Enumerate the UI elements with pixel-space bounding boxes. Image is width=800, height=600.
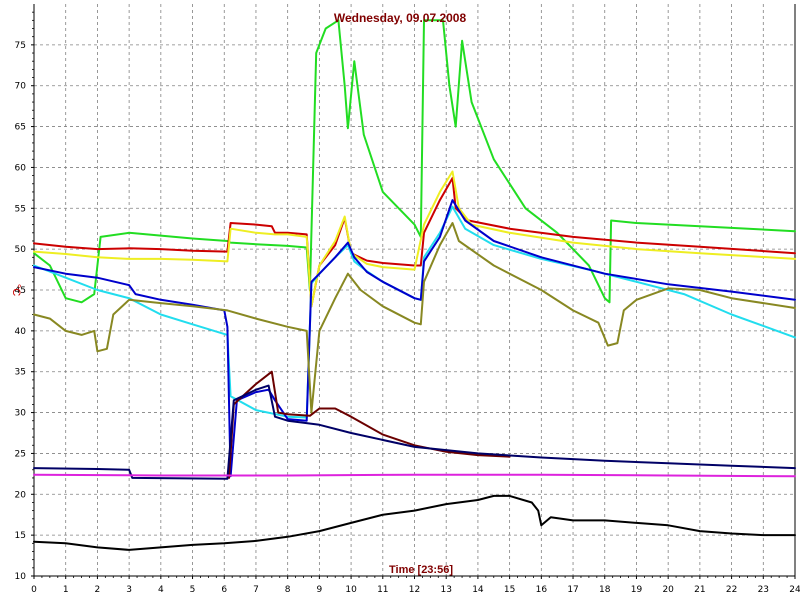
x-tick-label: 24 bbox=[789, 585, 800, 595]
chart-title: Wednesday, 09.07.2008 bbox=[334, 11, 467, 25]
x-tick-label: 9 bbox=[317, 585, 323, 595]
x-tick-label: 0 bbox=[31, 585, 37, 595]
x-tick-label: 8 bbox=[285, 585, 291, 595]
x-tick-label: 16 bbox=[536, 585, 548, 595]
y-tick-label: 55 bbox=[15, 204, 26, 214]
y-tick-label: 60 bbox=[15, 163, 27, 173]
y-tick-label: 20 bbox=[15, 490, 27, 500]
y-tick-label: 35 bbox=[15, 368, 26, 378]
y-tick-label: 40 bbox=[15, 327, 27, 337]
x-tick-label: 11 bbox=[377, 585, 388, 595]
temperature-chart: 0 1 2 3 4 5 6 7 8 9 10 11 12 13 14 15 16 17 18 19 20 21 22 23 24… bbox=[0, 0, 800, 600]
x-tick-label: 4 bbox=[158, 585, 164, 595]
y-axis-label: °C bbox=[10, 284, 22, 296]
x-tick-label: 14 bbox=[472, 585, 484, 595]
x-tick-label: 12 bbox=[409, 585, 420, 595]
x-tick-label: 19 bbox=[631, 585, 643, 595]
x-tick-label: 5 bbox=[190, 585, 196, 595]
x-tick-label: 17 bbox=[567, 585, 578, 595]
x-tick-label: 1 bbox=[63, 585, 69, 595]
y-tick-label: 30 bbox=[15, 409, 27, 419]
x-tick-label: 21 bbox=[694, 585, 705, 595]
plot-background bbox=[0, 0, 800, 600]
x-tick-label: 2 bbox=[95, 585, 101, 595]
y-tick-label: 10 bbox=[15, 572, 27, 582]
y-tick-label: 65 bbox=[15, 123, 26, 133]
x-axis-label: Time [23:56] bbox=[389, 564, 453, 576]
x-tick-label: 13 bbox=[440, 585, 451, 595]
y-tick-label: 50 bbox=[15, 245, 27, 255]
x-tick-label: 20 bbox=[662, 585, 674, 595]
y-tick-label: 75 bbox=[15, 41, 26, 51]
x-tick-label: 22 bbox=[726, 585, 737, 595]
y-tick-label: 15 bbox=[15, 531, 26, 541]
x-tick-label: 7 bbox=[253, 585, 259, 595]
x-tick-label: 15 bbox=[504, 585, 515, 595]
x-tick-label: 6 bbox=[221, 585, 227, 595]
x-tick-label: 10 bbox=[345, 585, 357, 595]
x-tick-label: 18 bbox=[599, 585, 611, 595]
x-tick-label: 23 bbox=[758, 585, 769, 595]
y-tick-label: 70 bbox=[15, 82, 27, 92]
y-tick-label: 25 bbox=[15, 449, 26, 459]
x-tick-label: 3 bbox=[126, 585, 132, 595]
